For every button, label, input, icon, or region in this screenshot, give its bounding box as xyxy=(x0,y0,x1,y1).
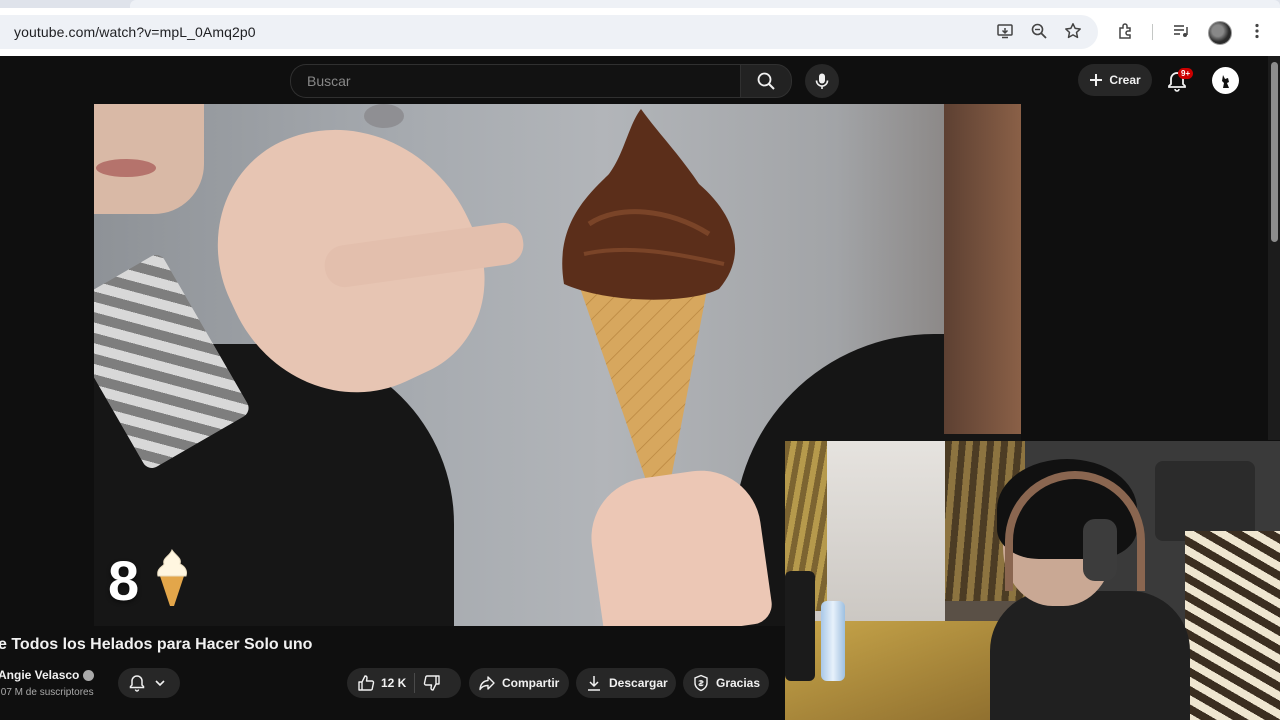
like-dislike-group: 12 K xyxy=(347,668,461,698)
like-button[interactable]: 12 K xyxy=(357,674,406,692)
account-avatar[interactable] xyxy=(1212,67,1239,94)
create-label: Crear xyxy=(1109,73,1141,87)
avatar-figure-icon xyxy=(1221,74,1229,88)
lips-shape xyxy=(96,159,156,177)
download-button[interactable]: Descargar xyxy=(576,668,676,698)
address-bar[interactable]: youtube.com/watch?v=mpL_0Amq2p0 xyxy=(0,15,1098,49)
like-divider xyxy=(414,673,416,693)
share-arrow-icon xyxy=(479,676,495,691)
video-overlay-number: 8 xyxy=(108,549,140,612)
install-app-icon[interactable] xyxy=(994,20,1016,42)
subscription-bell-button[interactable] xyxy=(118,668,180,698)
create-button[interactable]: Crear xyxy=(1078,64,1152,96)
thanks-label: Gracias xyxy=(716,676,761,690)
thanks-button[interactable]: Gracias xyxy=(683,668,769,698)
webcam-person-hoodie xyxy=(990,591,1190,720)
thumbs-down-icon xyxy=(424,675,441,691)
active-tab[interactable] xyxy=(130,0,1280,8)
media-controls-icon[interactable] xyxy=(1170,20,1192,42)
subscriber-count: ,07 M de suscriptores xyxy=(0,687,94,698)
webcam-thermos xyxy=(785,571,815,681)
extensions-icon[interactable] xyxy=(1115,20,1137,42)
voice-search-button[interactable] xyxy=(805,64,839,98)
channel-name-link[interactable]: Angie Velasco xyxy=(0,668,95,682)
thumbs-up-icon xyxy=(358,675,375,691)
webcam-plush-toy xyxy=(1155,461,1255,541)
ring xyxy=(364,104,404,128)
like-count: 12 K xyxy=(381,676,407,690)
super-thanks-icon xyxy=(694,674,708,692)
face-shape xyxy=(94,104,204,214)
verified-badge-icon xyxy=(83,669,95,681)
video-title: e Todos los Helados para Hacer Solo uno xyxy=(0,636,313,653)
tab-strip xyxy=(0,0,1280,8)
more-menu-icon[interactable] xyxy=(1246,20,1268,42)
channel-name: Angie Velasco xyxy=(0,668,80,682)
webcam-patterned-blanket xyxy=(1185,531,1280,720)
profile-avatar[interactable] xyxy=(1208,21,1232,45)
download-label: Descargar xyxy=(609,676,668,690)
webcam-overlay xyxy=(785,441,1280,720)
ice-cream-cone-image xyxy=(562,109,736,489)
bookmark-star-icon[interactable] xyxy=(1062,20,1084,42)
microphone-icon xyxy=(815,73,829,89)
search-box[interactable] xyxy=(290,64,741,98)
download-icon xyxy=(588,676,600,691)
right-person-hair xyxy=(944,104,1021,434)
share-button[interactable]: Compartir xyxy=(469,668,569,698)
webcam-headphone-cup xyxy=(1083,519,1117,581)
search-button[interactable] xyxy=(740,64,792,98)
plus-icon xyxy=(1090,74,1103,86)
scrollbar-thumb[interactable] xyxy=(1271,62,1278,242)
chevron-down-icon xyxy=(155,680,165,687)
search-input[interactable] xyxy=(305,72,729,90)
bell-icon xyxy=(129,675,145,692)
soft-serve-ice-cream-icon xyxy=(157,548,187,606)
toolbar-divider xyxy=(1152,24,1153,40)
url-text[interactable]: youtube.com/watch?v=mpL_0Amq2p0 xyxy=(14,24,256,40)
webcam-water-bottle xyxy=(821,601,845,681)
browser-toolbar: youtube.com/watch?v=mpL_0Amq2p0 xyxy=(0,8,1280,56)
dislike-button[interactable] xyxy=(423,674,441,692)
notification-badge: 9+ xyxy=(1178,68,1194,79)
zoom-icon[interactable] xyxy=(1028,20,1050,42)
youtube-header: Crear 9+ xyxy=(0,56,1268,104)
share-label: Compartir xyxy=(502,676,560,690)
search-icon xyxy=(757,72,775,90)
page-scrollbar[interactable] xyxy=(1268,56,1280,440)
